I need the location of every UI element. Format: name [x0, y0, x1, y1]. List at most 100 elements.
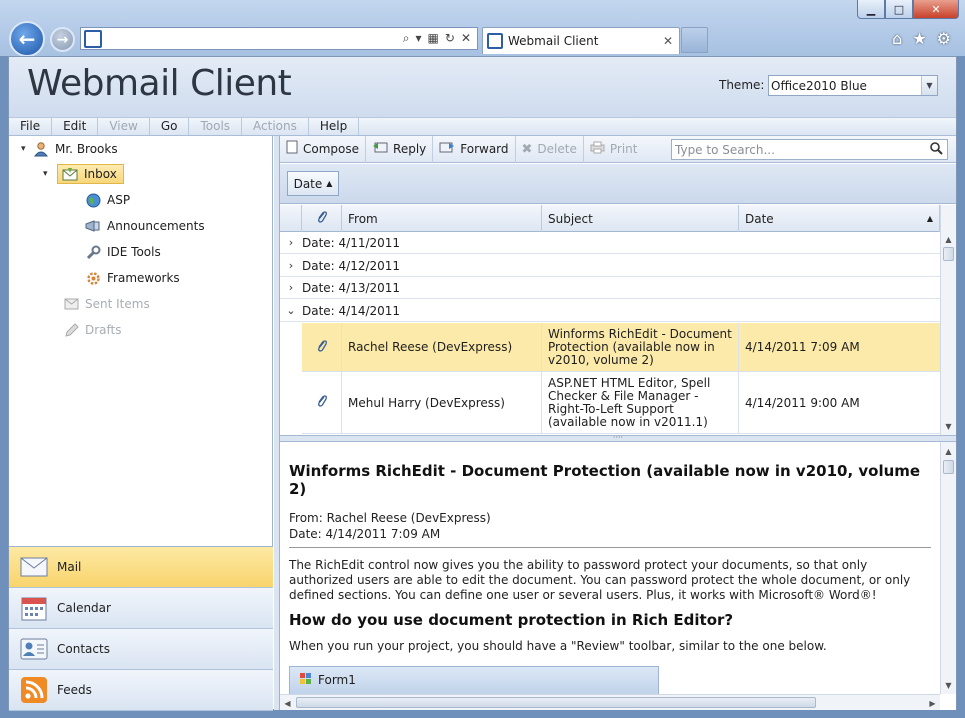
delete-icon: ✖	[521, 141, 533, 157]
theme-select[interactable]: Office2010 Blue ▼	[768, 75, 938, 96]
nav-label: Calendar	[57, 601, 111, 615]
mail-toolbar: Compose Reply Forward ✖ Delete Print Typ…	[280, 135, 956, 163]
webmail-page: Webmail Client Theme: Office2010 Blue ▼ …	[8, 56, 957, 711]
reply-icon	[372, 140, 388, 158]
nav-label: Mail	[57, 560, 82, 574]
horizontal-splitter[interactable]: ····	[280, 434, 956, 442]
compat-view-icon[interactable]: ▦	[428, 31, 439, 46]
browser-tab[interactable]: Webmail Client ✕	[482, 27, 680, 54]
forward-label: Forward	[460, 142, 509, 156]
paperclip-icon	[316, 394, 328, 411]
star-icon[interactable]: ★	[912, 29, 926, 48]
collapse-icon[interactable]: ▾	[21, 144, 33, 154]
preview-hscrollbar[interactable]: ◀ ▶	[280, 694, 940, 710]
scroll-thumb[interactable]	[943, 247, 954, 261]
tree-node-frameworks[interactable]: Frameworks	[85, 268, 180, 288]
tree-node-sent-items: Sent Items	[63, 294, 150, 314]
preview-from: From: Rachel Reese (DevExpress)	[289, 511, 491, 525]
search-input[interactable]: Type to Search...	[671, 139, 948, 160]
scroll-thumb[interactable]	[943, 460, 954, 474]
scroll-thumb[interactable]	[296, 697, 816, 708]
chevron-down-icon[interactable]: ▾	[416, 31, 422, 46]
paperclip-icon	[316, 210, 328, 227]
refresh-icon[interactable]: ↻	[445, 31, 455, 46]
nav-mail[interactable]: Mail	[9, 547, 273, 588]
scroll-left-icon[interactable]: ◀	[280, 696, 295, 710]
app-title: Webmail Client	[27, 63, 292, 104]
group-row[interactable]: › Date: 4/12/2011	[280, 255, 940, 277]
tree-node-announcements[interactable]: Announcements	[85, 216, 205, 236]
group-row[interactable]: ⌄ Date: 4/14/2011	[280, 300, 940, 322]
collapse-icon[interactable]: ⌄	[280, 304, 302, 317]
preview-content: Winforms RichEdit - Document Protection …	[289, 462, 931, 706]
preview-scrollbar[interactable]: ▲ ▼	[940, 442, 956, 694]
back-button[interactable]: ←	[9, 21, 45, 57]
tree-node-inbox[interactable]: ▾ Inbox	[43, 164, 124, 184]
tree-label: ASP	[107, 193, 131, 207]
reply-button[interactable]: Reply	[366, 135, 434, 163]
tree-node-ide-tools[interactable]: IDE Tools	[85, 242, 161, 262]
close-window-button[interactable]: ✕	[913, 0, 959, 19]
calendar-icon	[19, 594, 49, 622]
scroll-up-icon[interactable]: ▲	[941, 232, 956, 246]
scroll-down-icon[interactable]: ▼	[941, 678, 956, 692]
home-icon[interactable]: ⌂	[892, 29, 902, 48]
header-subject[interactable]: Subject	[542, 205, 739, 232]
group-label: Date: 4/13/2011	[302, 280, 401, 295]
nav-calendar[interactable]: Calendar	[9, 588, 273, 629]
from-cell: Mehul Harry (DevExpress)	[342, 372, 542, 433]
scroll-right-icon[interactable]: ▶	[925, 696, 940, 710]
header-date-label: Date	[745, 211, 774, 226]
inbox-selected[interactable]: Inbox	[57, 164, 124, 184]
nav-contacts[interactable]: Contacts	[9, 629, 273, 670]
address-bar[interactable]: ⌕ ▾ ▦ ↻ ✕	[80, 27, 478, 50]
nav-feeds[interactable]: Feeds	[9, 670, 273, 711]
menu-edit[interactable]: Edit	[52, 118, 99, 135]
expand-icon[interactable]: ›	[280, 281, 302, 294]
nav-label: Contacts	[57, 642, 110, 656]
forward-nav-button[interactable]: →	[50, 27, 75, 52]
menu-file[interactable]: File	[9, 118, 53, 135]
group-by-date-chip[interactable]: Date ▲	[287, 171, 339, 196]
date-cell: 4/14/2011 9:00 AM	[745, 395, 860, 410]
tree-node-user[interactable]: ▾ Mr. Brooks	[21, 139, 118, 159]
group-row[interactable]: › Date: 4/13/2011	[280, 277, 940, 299]
arrow-right-icon: →	[56, 31, 69, 48]
chevron-down-icon[interactable]: ▼	[921, 76, 937, 95]
gear-icon[interactable]: ⚙	[937, 29, 951, 48]
expand-icon[interactable]: ›	[280, 236, 302, 249]
compose-button[interactable]: Compose	[280, 135, 367, 163]
grid-scrollbar[interactable]: ▲ ▼	[940, 205, 956, 435]
close-tab-icon[interactable]: ✕	[663, 34, 673, 48]
scroll-down-icon[interactable]: ▼	[941, 419, 956, 433]
delete-button: ✖ Delete	[516, 135, 584, 163]
menu-help[interactable]: Help	[309, 118, 360, 135]
header-date[interactable]: Date ▲	[739, 205, 940, 232]
stop-icon[interactable]: ✕	[461, 31, 471, 46]
theme-label: Theme:	[719, 78, 765, 92]
print-label: Print	[609, 142, 638, 156]
group-row[interactable]: › Date: 4/11/2011	[280, 232, 940, 254]
search-icon[interactable]: ⌕	[403, 31, 410, 46]
tree-label: IDE Tools	[107, 245, 161, 259]
tree-node-asp[interactable]: ASP	[85, 190, 130, 210]
menu-bar: File Edit View Go Tools Actions Help	[9, 117, 956, 136]
nav-label: Feeds	[57, 683, 92, 697]
forward-button[interactable]: Forward	[433, 135, 516, 163]
maximize-button[interactable]: □	[885, 0, 913, 19]
expand-icon[interactable]: ›	[280, 259, 302, 272]
attachment-cell	[302, 323, 342, 371]
menu-go[interactable]: Go	[150, 118, 190, 135]
compose-icon	[286, 140, 298, 158]
group-panel: Date ▲	[280, 164, 956, 204]
search-icon[interactable]	[930, 141, 943, 158]
header-from[interactable]: From	[342, 205, 542, 232]
collapse-icon[interactable]: ▾	[43, 169, 55, 179]
table-row[interactable]: Rachel Reese (DevExpress) Winforms RichE…	[302, 323, 940, 372]
header-attachment[interactable]	[302, 205, 342, 232]
new-tab-button[interactable]	[681, 27, 708, 53]
scroll-up-icon[interactable]: ▲	[941, 444, 956, 458]
minimize-button[interactable]: ▁	[857, 0, 885, 19]
table-row[interactable]: Mehul Harry (DevExpress) ASP.NET HTML Ed…	[302, 372, 940, 434]
tree-label: Mr. Brooks	[55, 142, 118, 156]
